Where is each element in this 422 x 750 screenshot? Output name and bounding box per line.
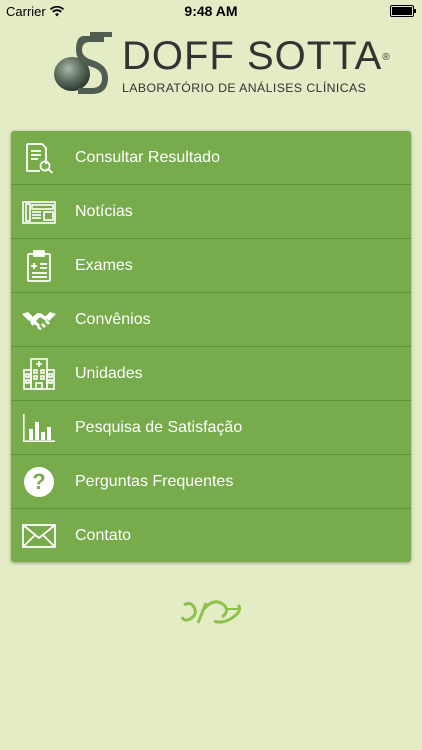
svg-text:?: ? xyxy=(32,469,45,494)
menu-item-noticias[interactable]: Notícias xyxy=(11,185,411,239)
menu-item-label: Perguntas Frequentes xyxy=(75,472,234,490)
question-icon: ? xyxy=(22,465,56,499)
menu-item-label: Convênios xyxy=(75,310,151,328)
logo-mark-icon xyxy=(54,32,112,94)
status-time: 9:48 AM xyxy=(184,3,238,19)
status-bar: Carrier 9:48 AM xyxy=(0,0,422,22)
menu-item-exames[interactable]: Exames xyxy=(11,239,411,293)
menu-item-label: Notícias xyxy=(75,202,133,220)
footer-brand-logo-icon xyxy=(180,600,242,624)
main-menu: Consultar Resultado Notícias Exames Conv… xyxy=(11,131,411,562)
bar-chart-icon xyxy=(22,411,56,445)
menu-item-perguntas-frequentes[interactable]: ? Perguntas Frequentes xyxy=(11,455,411,509)
brand-logo: DOFF SOTTA® LABORATÓRIO DE ANÁLISES CLÍN… xyxy=(50,28,390,100)
menu-item-label: Pesquisa de Satisfação xyxy=(75,418,243,436)
menu-item-pesquisa-satisfacao[interactable]: Pesquisa de Satisfação xyxy=(11,401,411,455)
envelope-icon xyxy=(22,519,56,553)
menu-item-label: Contato xyxy=(75,526,132,544)
document-search-icon xyxy=(22,141,56,175)
newspaper-icon xyxy=(22,195,56,229)
brand-name: DOFF SOTTA® xyxy=(122,34,391,78)
registered-mark: ® xyxy=(382,52,391,63)
brand-tagline: LABORATÓRIO DE ANÁLISES CLÍNICAS xyxy=(122,81,367,95)
menu-item-label: Exames xyxy=(75,256,133,274)
handshake-icon xyxy=(22,303,56,337)
clipboard-icon xyxy=(22,249,56,283)
menu-item-contato[interactable]: Contato xyxy=(11,509,411,562)
hospital-building-icon xyxy=(22,357,56,391)
menu-item-unidades[interactable]: Unidades xyxy=(11,347,411,401)
menu-item-label: Consultar Resultado xyxy=(75,148,220,166)
menu-item-consultar-resultado[interactable]: Consultar Resultado xyxy=(11,131,411,185)
menu-item-label: Unidades xyxy=(75,364,143,382)
menu-item-convenios[interactable]: Convênios xyxy=(11,293,411,347)
